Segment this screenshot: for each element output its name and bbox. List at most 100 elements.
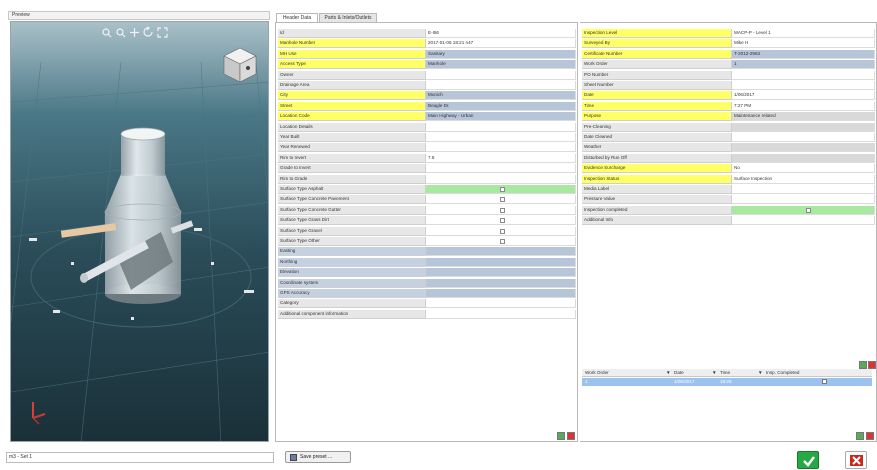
field-value-inspection-level[interactable]: MACP-P - Level 1 [732, 29, 875, 38]
field-value-disturbed-by-run-off[interactable] [732, 153, 875, 163]
add-work-order-button[interactable] [859, 361, 867, 369]
checkbox-surface-type-concrete-gutter[interactable] [500, 207, 505, 213]
field-value-mh-use[interactable]: Sanitary [426, 49, 576, 59]
3d-viewport[interactable] [10, 21, 269, 442]
field-label-surface-type-other: Surface Type Other [278, 237, 426, 246]
field-row-surface-type-asphalt: Surface Type Asphalt [278, 185, 576, 194]
cancel-button[interactable] [845, 451, 867, 469]
field-row-coordinate-system: Coordinate system [278, 278, 576, 288]
field-value-time[interactable]: 7:27 PM [732, 101, 875, 111]
field-value-grade-to-invert[interactable] [426, 164, 576, 174]
field-label-surveyed-by: Surveyed By [582, 39, 732, 49]
field-label-date: Date [582, 91, 732, 101]
field-row-surface-type-grass-dirt: Surface Type Grass Dirt [278, 216, 576, 226]
field-value-drainage-area[interactable] [426, 81, 576, 90]
filter-icon[interactable]: ▼ [712, 369, 717, 377]
field-value-northing[interactable] [426, 257, 576, 267]
field-value-coordinate-system[interactable] [426, 278, 576, 288]
field-value-easting[interactable] [426, 247, 576, 257]
col-time[interactable]: Time [720, 369, 730, 377]
field-value-pressure-value[interactable] [732, 195, 875, 205]
add-row-button[interactable] [557, 432, 565, 440]
field-value-evidence-surcharge[interactable]: No [732, 164, 875, 174]
field-row-owner: Owner [278, 70, 576, 80]
field-value-category[interactable] [426, 299, 576, 309]
field-value-manhole-number[interactable]: 2017-01-06 18:21 n47 [426, 39, 576, 49]
field-row-year-built: Year Built [278, 133, 576, 142]
filter-icon[interactable]: ▼ [666, 369, 671, 377]
field-value-rim-to-grade[interactable] [426, 174, 576, 184]
field-value-access-type[interactable]: Manhole [426, 60, 576, 70]
field-row-category: Category [278, 299, 576, 309]
field-row-pressure-value: Pressure Value [582, 195, 875, 205]
field-label-drainage-area: Drainage Area [278, 81, 426, 90]
field-value-id[interactable]: E-I56 [426, 29, 576, 38]
field-value-additional-component-information[interactable] [426, 309, 576, 319]
field-value-inspection-status[interactable]: Surface Inspection [732, 174, 875, 184]
checkbox-surface-type-asphalt[interactable] [500, 187, 505, 192]
manhole-3d-scene[interactable] [11, 22, 269, 442]
delete-work-order-button[interactable] [868, 361, 876, 369]
ok-button[interactable] [797, 451, 819, 469]
field-value-location-code[interactable]: Main Highway - Urban [426, 112, 576, 122]
field-value-sheet-number[interactable] [732, 81, 875, 90]
field-label-coordinate-system: Coordinate system [278, 278, 426, 288]
field-value-owner[interactable] [426, 70, 576, 80]
field-row-grade-to-invert: Grade to Invert [278, 164, 576, 174]
field-value-city[interactable]: Munich [426, 91, 576, 101]
cell-time: 19:26 [720, 379, 732, 384]
field-row-surface-type-concrete-gutter: Surface Type Concrete Gutter [278, 205, 576, 215]
header-data-left-form: Id E-I56 Manhole Number 2017-01-06 18:21 n4… [275, 22, 578, 442]
field-value-pre-cleaning[interactable] [732, 122, 875, 132]
field-value-elevation[interactable] [426, 268, 576, 278]
field-value-surveyed-by[interactable]: Mike H [732, 39, 875, 49]
preset-field[interactable]: m3 - Set 1 [6, 452, 274, 463]
checkbox-surface-type-grass-dirt[interactable] [500, 218, 505, 224]
checkbox-surface-type-other[interactable] [500, 239, 505, 244]
field-value-gps-accuracy[interactable] [426, 289, 576, 298]
field-row-year-renewed: Year Renewed [278, 143, 576, 153]
delete-row-button-right[interactable] [866, 432, 874, 440]
field-label-inspection-completed: Inspection completed [582, 205, 732, 215]
field-label-work-order: Work Order [582, 60, 732, 70]
filter-icon[interactable]: ▼ [758, 369, 763, 377]
save-preset-button[interactable]: Save preset ... [285, 451, 351, 463]
field-label-grade-to-invert: Grade to Invert [278, 164, 426, 174]
col-date[interactable]: Date [674, 369, 684, 377]
field-label-mh-use: MH Use [278, 49, 426, 59]
field-value-certificate-number[interactable]: T-2012-2963 [732, 49, 875, 59]
field-value-media-label[interactable] [732, 185, 875, 194]
field-row-certificate-number: Certificate Number T-2012-2963 [582, 49, 875, 59]
field-value-weather[interactable] [732, 143, 875, 153]
delete-row-button[interactable] [567, 432, 575, 440]
field-label-easting: Easting [278, 247, 426, 257]
cell-work-order: 1 [585, 379, 588, 384]
field-value-po-number[interactable] [732, 70, 875, 80]
field-value-year-built[interactable] [426, 133, 576, 142]
col-work-order[interactable]: Work Order [585, 369, 609, 377]
field-label-year-renewed: Year Renewed [278, 143, 426, 153]
field-row-mh-use: MH Use Sanitary [278, 49, 576, 59]
field-value-date-cleaned[interactable] [732, 133, 875, 142]
field-value-year-renewed[interactable] [426, 143, 576, 153]
field-value-purpose[interactable]: Maintenance related [732, 112, 875, 122]
field-value-street[interactable]: Beagle Dr. [426, 101, 576, 111]
col-insp-completed[interactable]: Insp. Completed [766, 369, 799, 377]
field-value-inspection-completed[interactable] [732, 205, 875, 215]
field-value-location-details[interactable] [426, 122, 576, 132]
field-value-date[interactable]: 1/06/2017 [732, 91, 875, 101]
tab-parts-inlets-outlets[interactable]: Parts & Inlets/Outlets [319, 13, 377, 22]
field-value-additional-info[interactable] [732, 216, 875, 226]
cell-insp-completed-checkbox[interactable] [822, 379, 827, 384]
checkbox-inspection-completed[interactable] [806, 207, 811, 213]
field-label-year-built: Year Built [278, 133, 426, 142]
field-row-pre-cleaning: Pre-Cleaning [582, 122, 875, 132]
checkbox-surface-type-concrete-pavement[interactable] [500, 197, 505, 203]
table-row[interactable]: 1 1/06/2017 19:26 [582, 378, 872, 386]
work-order-table-header: Work Order ▼ Date ▼ Time ▼ Insp. Complet… [582, 369, 872, 377]
field-value-rim-to-invert[interactable]: 7.8 [426, 153, 576, 163]
save-icon [290, 454, 297, 461]
add-row-button-right[interactable] [856, 432, 864, 440]
field-value-work-order[interactable]: 1 [732, 60, 875, 70]
checkbox-surface-type-gravel[interactable] [500, 228, 505, 234]
